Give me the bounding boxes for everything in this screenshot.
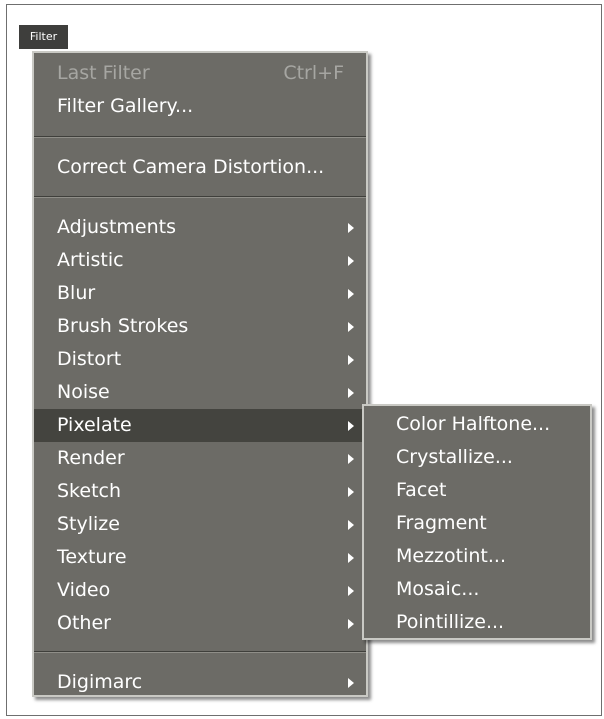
submenu-item-crystallize[interactable]: Crystallize... (364, 441, 590, 474)
submenu-item-mosaic[interactable]: Mosaic... (364, 573, 590, 606)
menu-item-texture[interactable]: Texture (34, 541, 366, 574)
menu-item-correct-camera-distortion[interactable]: Correct Camera Distortion... (34, 151, 366, 184)
menu-item-label: Distort (57, 348, 122, 370)
menu-item-label: Adjustments (57, 216, 176, 238)
menu-separator (34, 651, 366, 653)
submenu-arrow-icon (348, 520, 354, 530)
menu-item-label: Stylize (57, 513, 120, 535)
menu-separator (34, 196, 366, 198)
submenu-arrow-icon (348, 553, 354, 563)
menu-item-label: Other (57, 612, 111, 634)
menu-item-stylize[interactable]: Stylize (34, 508, 366, 541)
menu-item-label: Brush Strokes (57, 315, 189, 337)
submenu-arrow-icon (348, 421, 354, 431)
submenu-item-fragment[interactable]: Fragment (364, 507, 590, 540)
menu-item-artistic[interactable]: Artistic (34, 244, 366, 277)
filter-menu-button[interactable]: Filter (19, 25, 68, 49)
submenu-arrow-icon (348, 586, 354, 596)
submenu-arrow-icon (348, 223, 354, 233)
menu-item-label: Last Filter (57, 62, 150, 84)
menu-item-blur[interactable]: Blur (34, 277, 366, 310)
menu-item-render[interactable]: Render (34, 442, 366, 475)
menu-item-label: Texture (57, 546, 127, 568)
menu-item-brush-strokes[interactable]: Brush Strokes (34, 310, 366, 343)
submenu-item-facet[interactable]: Facet (364, 474, 590, 507)
menu-item-adjustments[interactable]: Adjustments (34, 211, 366, 244)
menu-item-filter-gallery[interactable]: Filter Gallery... (34, 90, 366, 123)
menu-item-last-filter: Last Filter Ctrl+F (34, 57, 366, 90)
pixelate-submenu: Color Halftone... Crystallize... Facet F… (362, 404, 592, 640)
menu-item-pixelate[interactable]: Pixelate (34, 409, 366, 442)
menu-item-label: Digimarc (57, 671, 143, 693)
menu-item-label: Sketch (57, 480, 122, 502)
menu-item-label: Pixelate (57, 414, 132, 436)
menu-item-video[interactable]: Video (34, 574, 366, 607)
submenu-arrow-icon (348, 454, 354, 464)
menu-separator (34, 136, 366, 138)
menu-item-label: Filter Gallery... (57, 95, 194, 117)
menu-item-label: Blur (57, 282, 96, 304)
menu-item-label: Render (57, 447, 125, 469)
submenu-arrow-icon (348, 678, 354, 688)
shortcut-label: Ctrl+F (283, 62, 344, 84)
submenu-item-color-halftone[interactable]: Color Halftone... (364, 408, 590, 441)
submenu-arrow-icon (348, 355, 354, 365)
menu-item-other[interactable]: Other (34, 607, 366, 640)
submenu-item-mezzotint[interactable]: Mezzotint... (364, 540, 590, 573)
submenu-arrow-icon (348, 289, 354, 299)
menu-item-label: Artistic (57, 249, 124, 271)
menu-item-label: Noise (57, 381, 110, 403)
menu-item-distort[interactable]: Distort (34, 343, 366, 376)
submenu-arrow-icon (348, 388, 354, 398)
menu-item-noise[interactable]: Noise (34, 376, 366, 409)
submenu-item-pointillize[interactable]: Pointillize... (364, 606, 590, 639)
menu-item-digimarc[interactable]: Digimarc (34, 666, 366, 699)
filter-menu: Last Filter Ctrl+F Filter Gallery... Cor… (32, 51, 368, 697)
submenu-arrow-icon (348, 487, 354, 497)
submenu-arrow-icon (348, 322, 354, 332)
menu-item-label: Correct Camera Distortion... (57, 156, 325, 178)
menu-item-sketch[interactable]: Sketch (34, 475, 366, 508)
submenu-arrow-icon (348, 256, 354, 266)
submenu-arrow-icon (348, 619, 354, 629)
menu-item-label: Video (57, 579, 111, 601)
